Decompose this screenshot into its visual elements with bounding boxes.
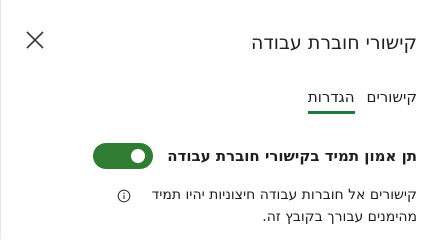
trust-toggle-label: תן אמון תמיד בקישורי חוברת עבודה [167, 147, 417, 165]
toggle-knob [131, 149, 146, 163]
tab-settings[interactable]: הגדרות [307, 87, 355, 114]
info-note: קישורים אל חוברות עבודה חיצוניות יהיו תמ… [117, 184, 417, 228]
panel-title: קישורי חוברת עבודה [250, 32, 417, 54]
tab-links[interactable]: קישורים [367, 87, 418, 113]
close-button[interactable] [21, 26, 49, 54]
close-icon [26, 31, 44, 49]
trust-toggle-switch[interactable] [93, 143, 154, 169]
info-icon [117, 188, 131, 203]
workbook-links-panel: קישורי חוברת עבודה קישורים הגדרות תן אמו… [0, 0, 435, 239]
info-text: קישורים אל חוברות עבודה חיצוניות יהיו תמ… [151, 187, 417, 225]
tab-list: קישורים הגדרות [307, 87, 418, 114]
trust-links-setting: תן אמון תמיד בקישורי חוברת עבודה [93, 143, 417, 169]
